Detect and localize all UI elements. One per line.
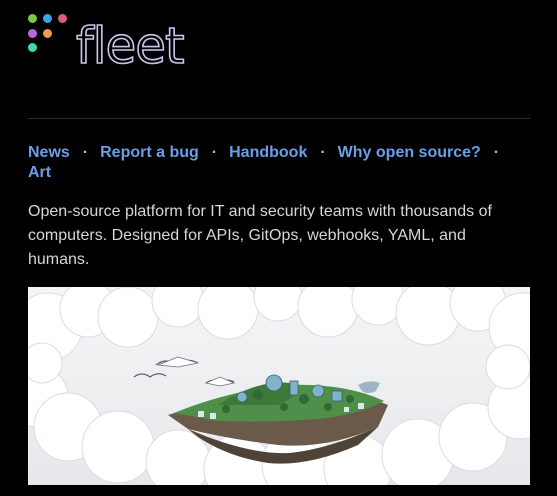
nav-separator: · (211, 144, 218, 161)
nav-link-art[interactable]: Art (28, 164, 51, 181)
logo-dot (43, 29, 52, 38)
logo-dot (28, 43, 37, 52)
nav-separator: · (493, 144, 500, 161)
logo-dot (58, 14, 67, 23)
nav-link-report-bug[interactable]: Report a bug (100, 144, 199, 161)
logo-dots-icon (28, 14, 68, 54)
fleet-logo[interactable]: fleet (28, 14, 188, 78)
logo-dot (28, 29, 37, 38)
logo-dot (28, 14, 37, 23)
project-description: Open-source platform for IT and security… (28, 203, 492, 268)
nav-link-why-open-source[interactable]: Why open source? (338, 144, 481, 161)
nav-link-handbook[interactable]: Handbook (229, 144, 307, 161)
floating-island-illustration (28, 287, 530, 485)
nav-separator: · (82, 144, 89, 161)
nav-links: News · Report a bug · Handbook · Why open sour… (28, 143, 530, 183)
logo-dot (43, 14, 52, 23)
logo-wordmark: fleet (75, 16, 185, 76)
nav-link-news[interactable]: News (28, 144, 70, 161)
header-divider (28, 118, 530, 119)
hero-illustration (28, 287, 530, 485)
readme-page: fleet News · Report a bug · Handbook · Why ope… (0, 0, 557, 496)
nav-separator: · (320, 144, 326, 161)
